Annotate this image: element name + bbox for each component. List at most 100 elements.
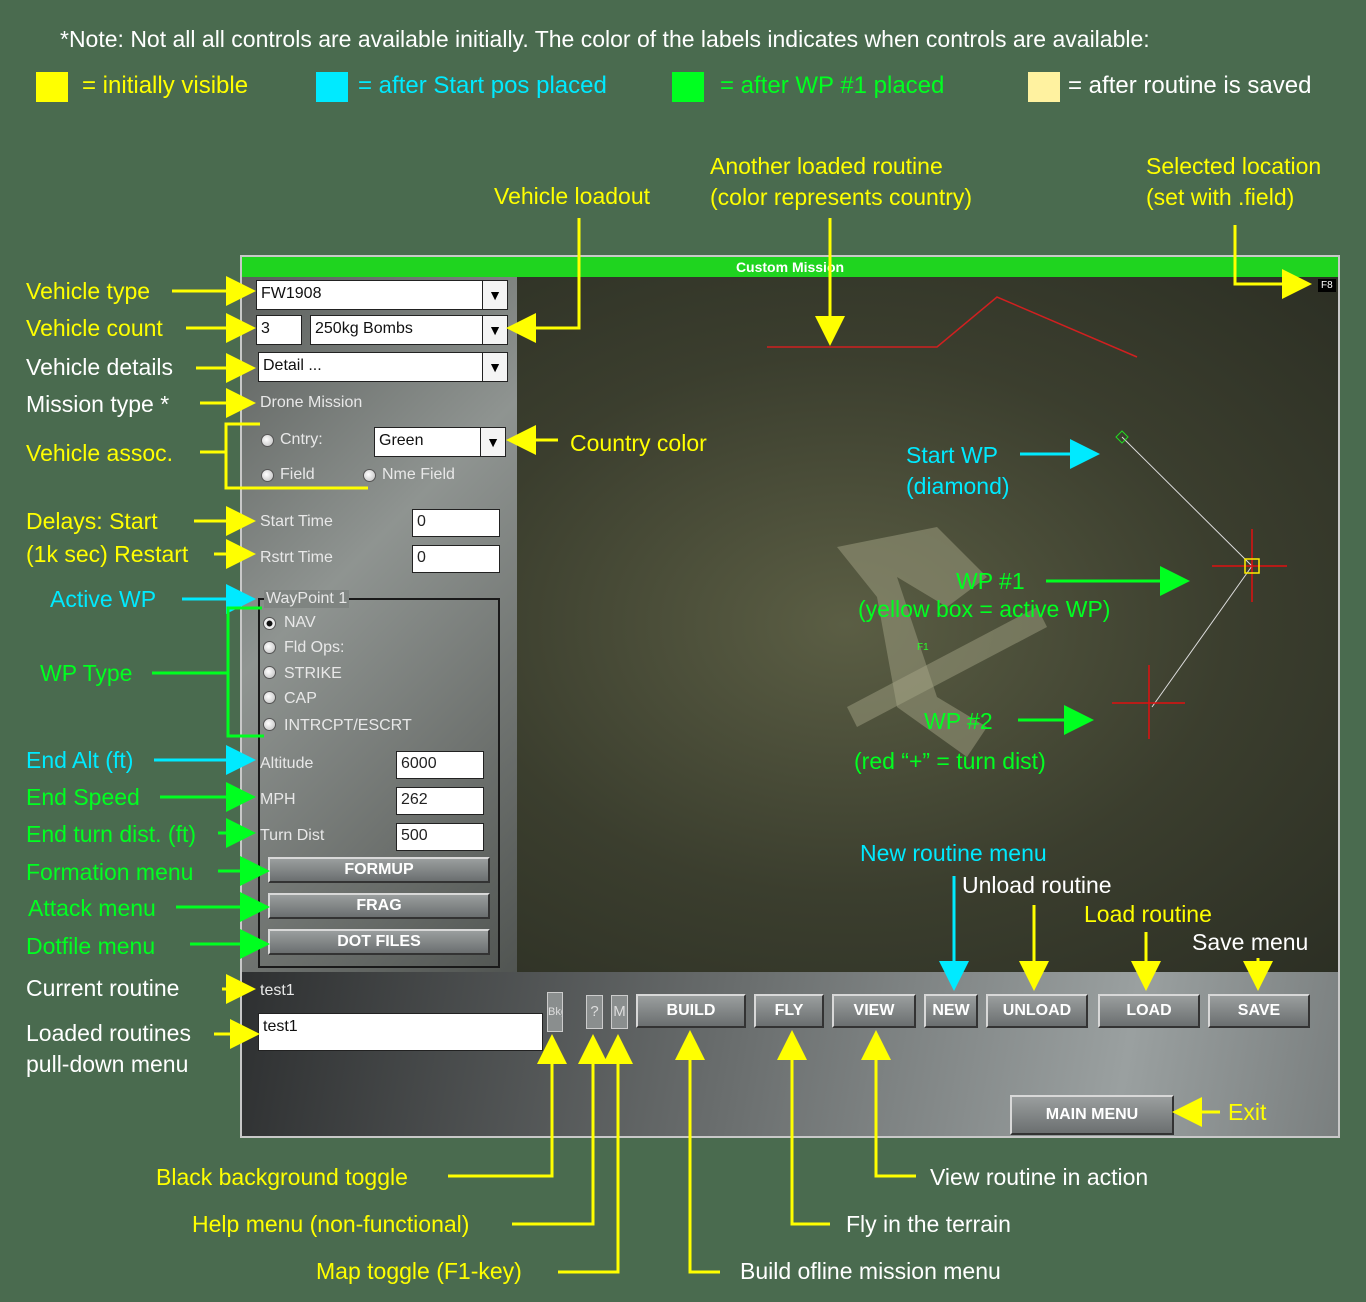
help-button[interactable]: ? [586, 995, 603, 1029]
annotation-load: Load routine [1084, 901, 1212, 927]
black-background-toggle[interactable]: Bkg [547, 992, 563, 1032]
turn-dist-input[interactable]: 500 [396, 823, 484, 851]
build-button[interactable]: BUILD [636, 994, 746, 1028]
annotation-start-wp-2: (diamond) [906, 473, 1010, 499]
main-menu-button[interactable]: MAIN MENU [1010, 1095, 1174, 1135]
annotation-vehicle-details: Vehicle details [26, 354, 174, 380]
details-dropdown-arrow[interactable]: ▼ [482, 352, 508, 382]
custom-mission-window: Custom Mission F1 F8 FW1908 ▼ 3 250kg Bo… [240, 255, 1340, 1138]
legend-swatch-cream [1028, 72, 1060, 102]
availability-note: *Note: Not all all controls are availabl… [60, 26, 1150, 52]
fly-button[interactable]: FLY [754, 994, 824, 1028]
wp-type-nav-radio[interactable] [263, 617, 276, 630]
mph-input[interactable]: 262 [396, 787, 484, 815]
annotation-attack: Attack menu [28, 895, 156, 921]
country-radio-label: Cntry: [280, 431, 323, 448]
vehicle-type-dropdown-arrow[interactable]: ▼ [482, 280, 508, 310]
annotation-loaded-routines-1: Loaded routines [26, 1020, 191, 1046]
window-title: Custom Mission [242, 257, 1338, 277]
mph-label: MPH [260, 791, 296, 808]
enemy-field-radio[interactable] [363, 469, 376, 482]
annotation-another-routine-1: Another loaded routine [710, 153, 943, 179]
start-time-label: Start Time [260, 513, 333, 530]
loadout-select[interactable]: 250kg Bombs [310, 315, 484, 345]
legend-swatch-green [672, 72, 704, 102]
loadout-dropdown-arrow[interactable]: ▼ [482, 315, 508, 345]
restart-time-input[interactable]: 0 [412, 545, 500, 573]
current-routine-name: test1 [260, 982, 295, 999]
annotation-active-wp: Active WP [50, 586, 157, 612]
legend-label-yellow: = initially visible [82, 72, 249, 99]
annotation-view-action: View routine in action [930, 1164, 1149, 1190]
vehicle-type-select[interactable]: FW1908 [256, 280, 484, 310]
annotation-bkg-toggle: Black background toggle [156, 1164, 408, 1190]
annotation-end-turn: End turn dist. (ft) [26, 821, 197, 847]
annotation-country-color: Country color [570, 430, 707, 456]
wp-type-cap-label: CAP [284, 690, 317, 707]
annotation-wp-type: WP Type [40, 660, 133, 686]
annotation-loaded-routines-2: pull-down menu [26, 1051, 189, 1077]
map-toggle-button[interactable]: M [611, 995, 628, 1029]
start-time-input[interactable]: 0 [412, 509, 500, 537]
unload-button[interactable]: UNLOAD [986, 994, 1088, 1028]
mission-type-label[interactable]: Drone Mission [260, 394, 362, 412]
loaded-routines-select[interactable]: test1 [258, 1013, 543, 1051]
annotation-another-routine-2: (color represents country) [710, 184, 973, 210]
route-leg-1 [1121, 436, 1253, 567]
annotation-wp1-2: (yellow box = active WP) [858, 596, 1111, 622]
annotation-formation: Formation menu [26, 859, 194, 885]
annotation-selected-location-1: Selected location [1146, 153, 1322, 179]
legend-label-cyan: = after Start pos placed [358, 72, 607, 99]
annotation-delays-restart: (1k sec) Restart [26, 541, 189, 567]
country-dropdown-arrow[interactable]: ▼ [480, 427, 506, 457]
view-button[interactable]: VIEW [832, 994, 916, 1028]
legend-label-green: = after WP #1 placed [720, 72, 945, 99]
save-button[interactable]: SAVE [1208, 994, 1310, 1028]
field-radio[interactable] [261, 469, 274, 482]
annotation-end-speed: End Speed [26, 784, 140, 810]
annotation-selected-location-2: (set with .field) [1146, 184, 1295, 210]
wp-type-fldops-radio[interactable] [263, 641, 276, 654]
altitude-input[interactable]: 6000 [396, 751, 484, 779]
legend-swatch-cyan [316, 72, 348, 102]
vehicle-count-field[interactable]: 3 [256, 315, 302, 345]
formup-button[interactable]: FORMUP [268, 857, 490, 883]
wp-type-intercept-radio[interactable] [263, 718, 276, 731]
annotation-build-menu: Build ofline mission menu [740, 1258, 1001, 1284]
annotation-exit: Exit [1228, 1099, 1267, 1125]
f8-key-badge: F8 [1318, 279, 1336, 292]
annotation-vehicle-assoc: Vehicle assoc. [26, 440, 174, 466]
annotation-delays-start: Delays: Start [26, 508, 158, 534]
enemy-field-radio-label: Nme Field [382, 466, 455, 483]
new-button[interactable]: NEW [924, 994, 978, 1028]
annotation-vehicle-type: Vehicle type [26, 278, 151, 304]
restart-time-label: Rstrt Time [260, 549, 333, 566]
legend-swatch-yellow [36, 72, 68, 102]
wp-type-intercept-label: INTRCPT/ESCRT [284, 717, 412, 734]
wp-type-strike-radio[interactable] [263, 666, 276, 679]
field-radio-label: Field [280, 466, 315, 483]
route-leg-2 [1151, 565, 1253, 708]
altitude-label: Altitude [260, 755, 314, 772]
annotation-start-wp-1: Start WP [906, 442, 999, 468]
annotation-current-routine: Current routine [26, 975, 180, 1001]
load-button[interactable]: LOAD [1098, 994, 1200, 1028]
annotation-wp2-1: WP #2 [924, 708, 993, 734]
annotation-save: Save menu [1192, 929, 1309, 955]
country-radio[interactable] [261, 434, 274, 447]
annotation-unload: Unload routine [962, 872, 1112, 898]
annotation-vehicle-loadout: Vehicle loadout [494, 183, 651, 209]
wp-type-strike-label: STRIKE [284, 665, 342, 682]
annotation-end-alt: End Alt (ft) [26, 747, 134, 773]
other-routine-path [767, 296, 1138, 358]
wp-type-cap-radio[interactable] [263, 691, 276, 704]
dot-files-button[interactable]: DOT FILES [268, 929, 490, 955]
annotation-help-menu: Help menu (non-functional) [192, 1211, 470, 1237]
legend-label-cream: = after routine is saved [1068, 72, 1312, 99]
vehicle-details-select[interactable]: Detail ... [258, 352, 484, 382]
country-select[interactable]: Green [374, 427, 482, 457]
annotation-wp1-1: WP #1 [956, 568, 1025, 594]
annotation-dotfile: Dotfile menu [26, 933, 156, 959]
frag-button[interactable]: FRAG [268, 893, 490, 919]
annotation-fly-terrain: Fly in the terrain [846, 1211, 1011, 1237]
